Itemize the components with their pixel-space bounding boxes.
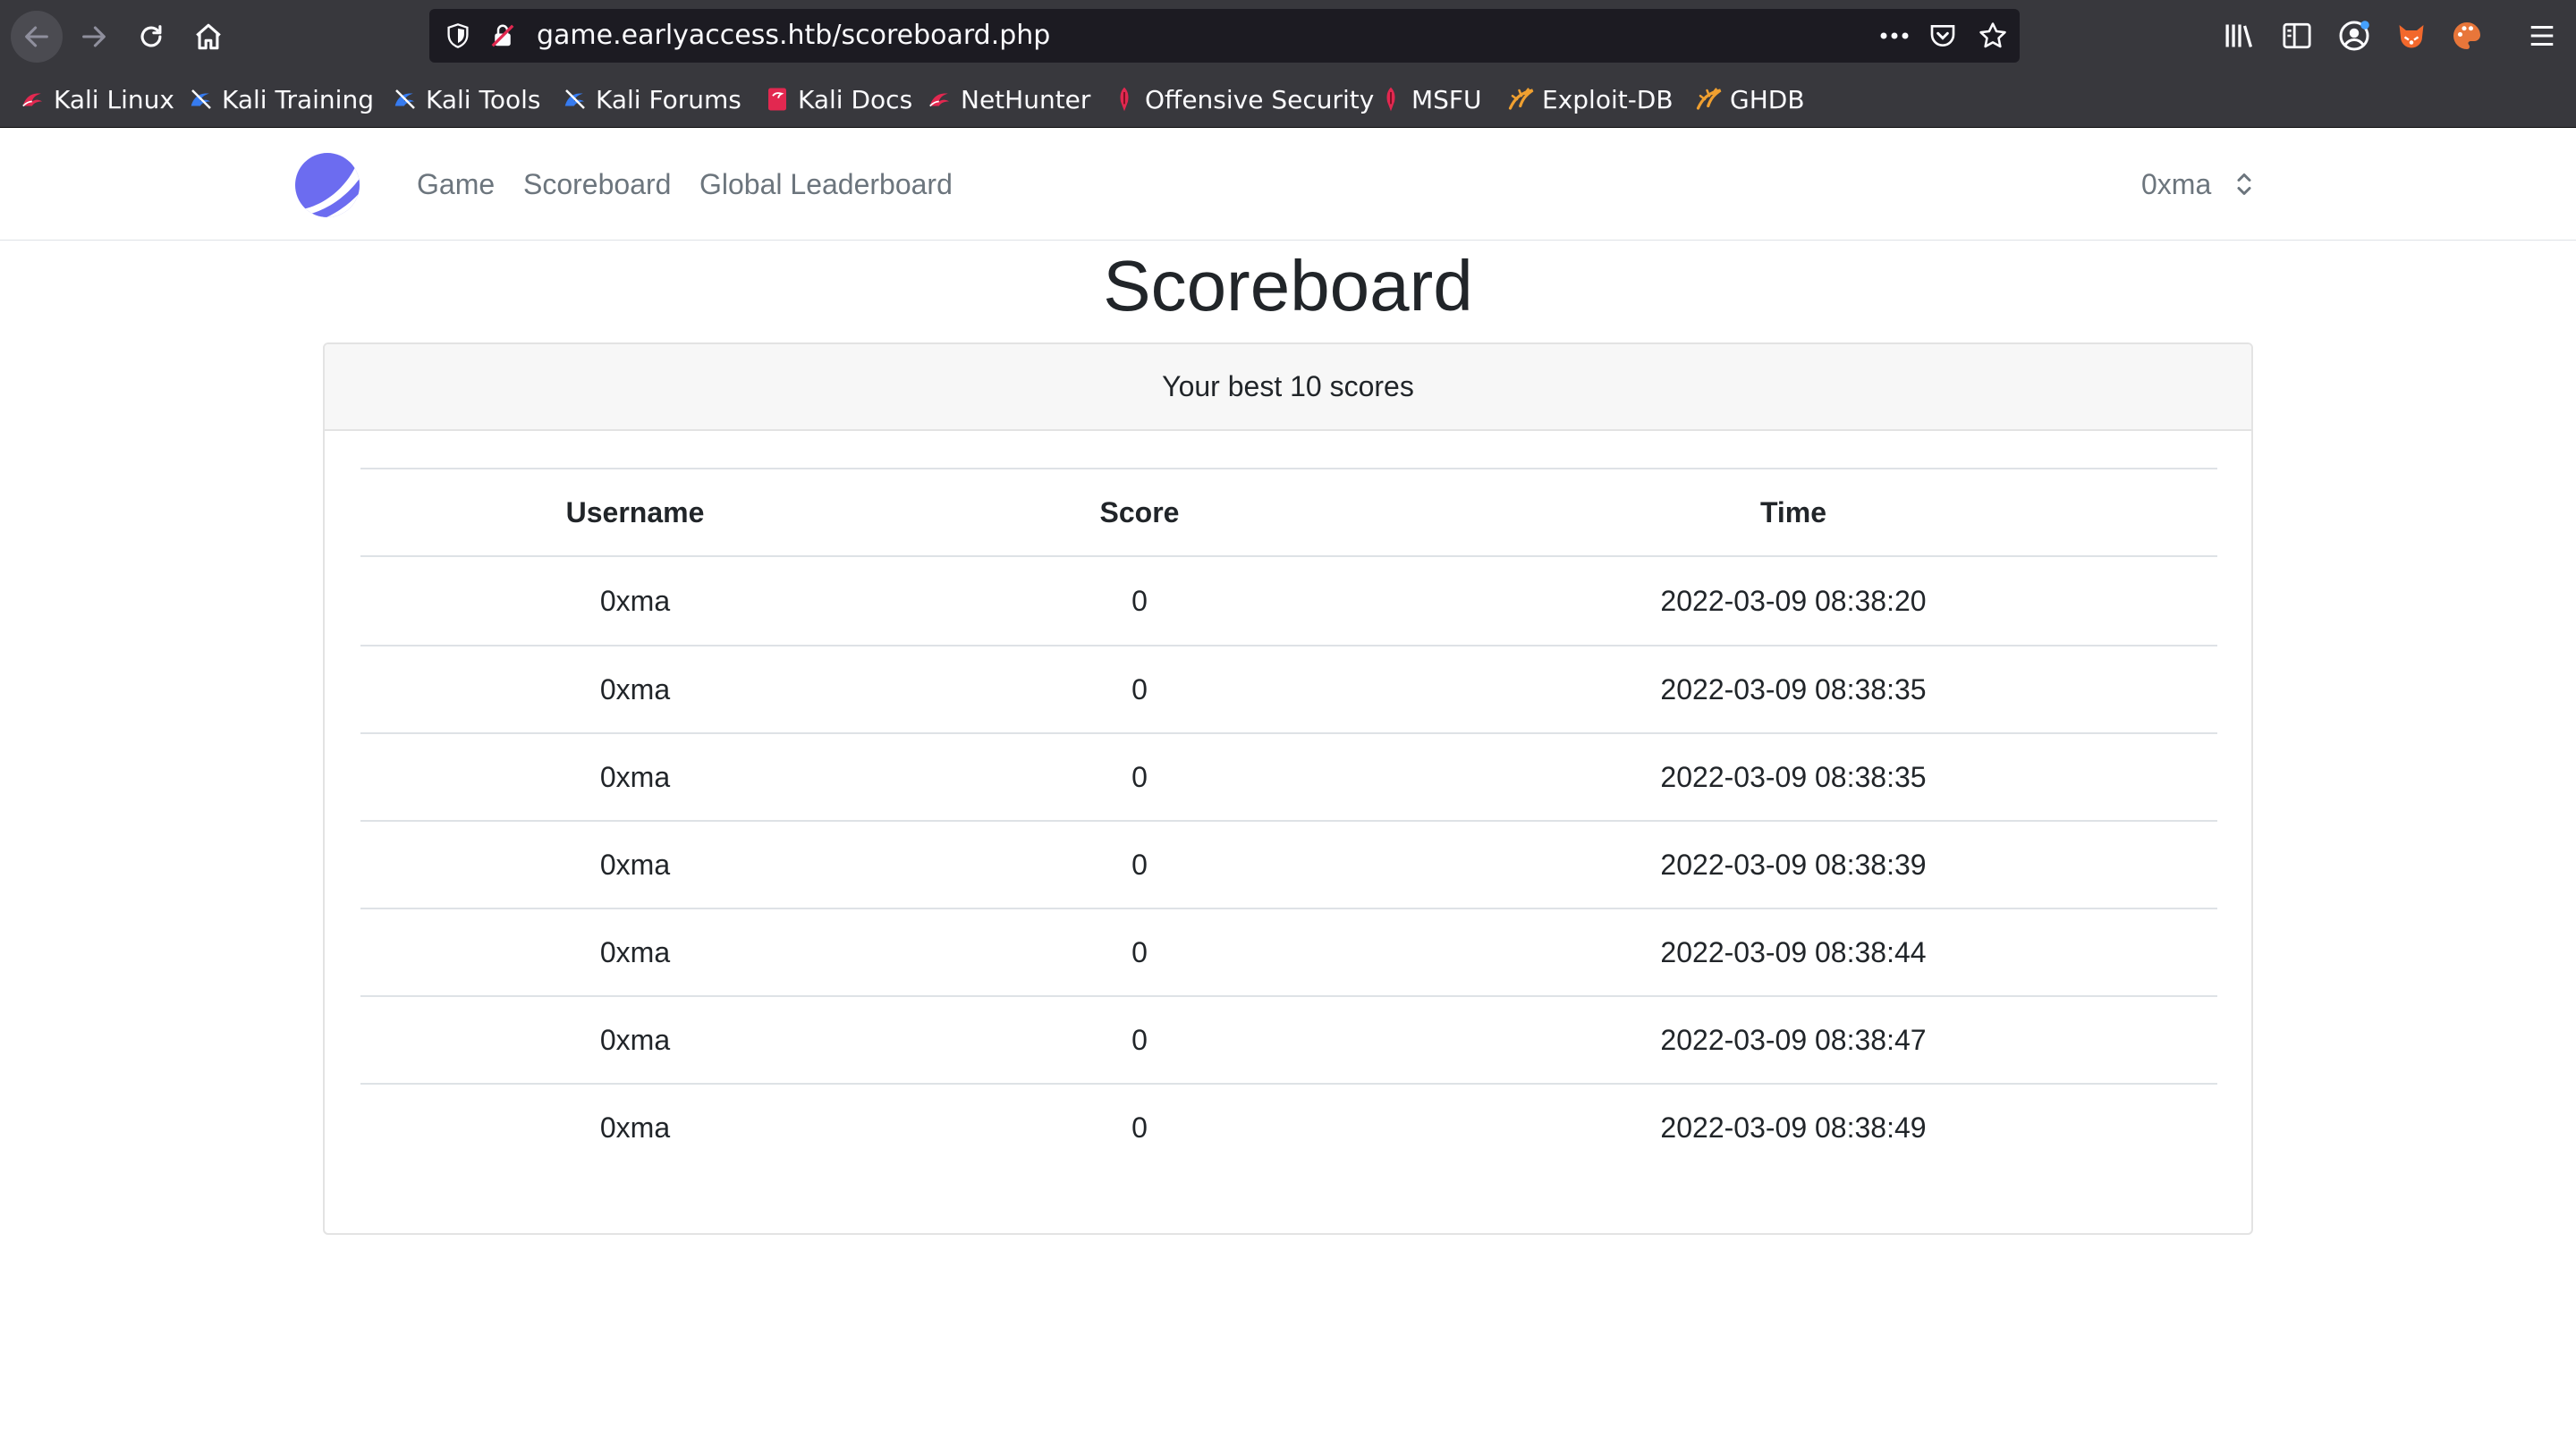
bookmark-label: Kali Training [222,84,374,114]
bookmark-kali-training[interactable]: Kali Training [188,72,374,126]
card-header: Your best 10 scores [325,344,2251,431]
site-navbar: Game Scoreboard Global Leaderboard 0xma [0,128,2576,241]
table-row: 0xma 0 2022-03-09 08:38:20 [360,557,2217,645]
url-bar[interactable]: game.earlyaccess.htb/scoreboard.php [429,9,2020,63]
bookmark-label: Exploit-DB [1542,84,1674,114]
offsec-icon [1111,86,1138,113]
cell-time: 2022-03-09 08:38:35 [1660,672,1927,706]
bookmark-ghdb[interactable]: GHDB [1696,72,1805,126]
cell-username: 0xma [599,1023,671,1056]
cell-username: 0xma [599,935,671,968]
cell-username: 0xma [599,848,671,881]
nethunter-icon [927,86,953,113]
username-label: 0xma [2141,167,2212,200]
cell-time: 2022-03-09 08:38:39 [1660,848,1927,881]
forward-arrow-icon [82,26,106,47]
home-icon [196,23,221,50]
table-row: 0xma 0 2022-03-09 08:38:44 [360,908,2217,995]
bookmark-kali-forums[interactable]: Kali Forums [562,72,741,126]
extension-palette-icon[interactable] [2449,18,2485,54]
insecure-lock-icon[interactable] [487,20,519,52]
home-button[interactable] [182,11,234,63]
pocket-icon[interactable] [1927,20,1959,52]
table-row: 0xma 0 2022-03-09 08:38:35 [360,645,2217,732]
table-header-row: Username Score Time [360,468,2217,557]
ghdb-icon [1696,86,1723,113]
library-icon[interactable] [2222,18,2258,54]
cell-time: 2022-03-09 08:38:44 [1660,935,1927,968]
cell-time: 2022-03-09 08:38:47 [1660,1023,1927,1056]
cell-score: 0 [1131,760,1148,793]
kali-training-icon [188,86,215,113]
sidebar-icon[interactable] [2279,18,2315,54]
kali-docs-icon [764,86,791,113]
column-header-username: Username [565,495,705,528]
bookmark-kali-tools[interactable]: Kali Tools [392,72,540,126]
bookmark-nethunter[interactable]: NetHunter [927,72,1090,126]
bookmark-label: Kali Linux [54,84,174,114]
bookmark-label: Kali Forums [596,84,741,114]
bookmark-label: NetHunter [961,84,1091,114]
kali-forums-icon [562,86,589,113]
cell-time: 2022-03-09 08:38:35 [1660,760,1927,793]
page-actions-icon[interactable] [1878,20,1911,52]
kali-dragon-icon [20,86,47,113]
page-title: Scoreboard [1103,246,1473,325]
cell-username: 0xma [599,760,671,793]
nav-link-game[interactable]: Game [417,128,495,241]
column-header-time: Time [1759,495,1827,528]
cell-score: 0 [1131,1023,1148,1056]
bookmark-kali-docs[interactable]: Kali Docs [764,72,912,126]
menu-icon[interactable] [2524,18,2560,54]
cell-score: 0 [1131,935,1148,968]
table-row: 0xma 0 2022-03-09 08:38:35 [360,732,2217,820]
site-logo-icon[interactable] [293,151,361,219]
bookmark-label: Kali Tools [426,84,541,114]
cell-username: 0xma [599,584,671,617]
bookmark-offensive-security[interactable]: Offensive Security [1111,72,1374,126]
extension-fox-icon[interactable] [2394,18,2429,54]
bookmark-label: Offensive Security [1145,84,1375,114]
cell-score: 0 [1131,584,1148,617]
bookmark-label: MSFU [1411,84,1482,114]
column-header-score: Score [1099,495,1180,528]
table-row: 0xma 0 2022-03-09 08:38:47 [360,995,2217,1083]
exploit-db-icon [1508,86,1535,113]
chevron-up-down-icon [2237,173,2251,195]
kali-tools-icon [392,86,419,113]
bookmark-star-icon[interactable] [1977,20,2009,52]
msfu-icon [1377,86,1404,113]
shield-icon[interactable] [442,20,474,52]
forward-button[interactable] [68,11,120,63]
bookmark-label: GHDB [1730,84,1805,114]
user-menu-dropdown[interactable]: 0xma [2141,128,2252,241]
bookmarks-toolbar: Kali Linux Kali Training Kali Tools Kali… [0,72,2576,128]
cell-time: 2022-03-09 08:38:49 [1660,1111,1927,1144]
scores-card: Your best 10 scores Username Score Time … [323,342,2253,1235]
nav-link-global-leaderboard[interactable]: Global Leaderboard [699,128,953,241]
bookmark-exploit-db[interactable]: Exploit-DB [1508,72,1674,126]
url-text[interactable]: game.earlyaccess.htb/scoreboard.php [537,9,1050,63]
back-button[interactable] [11,11,63,63]
bookmark-kali-linux[interactable]: Kali Linux [20,72,174,126]
reload-icon [140,25,162,47]
bookmark-label: Kali Docs [798,84,913,114]
reload-button[interactable] [125,11,177,63]
table-row: 0xma 0 2022-03-09 08:38:39 [360,820,2217,908]
bookmark-msfu[interactable]: MSFU [1377,72,1482,126]
nav-link-scoreboard[interactable]: Scoreboard [523,128,671,241]
cell-score: 0 [1131,848,1148,881]
account-icon[interactable] [2336,18,2372,54]
cell-score: 0 [1131,672,1148,706]
cell-time: 2022-03-09 08:38:20 [1660,584,1927,617]
cell-username: 0xma [599,1111,671,1144]
table-row: 0xma 0 2022-03-09 08:38:49 [360,1083,2217,1170]
cell-username: 0xma [599,672,671,706]
cell-score: 0 [1131,1111,1148,1144]
browser-toolbar: game.earlyaccess.htb/scoreboard.php [0,0,2576,72]
back-arrow-icon [25,26,48,47]
scores-table: Username Score Time 0xma 0 2022-03-09 08… [360,468,2217,1170]
